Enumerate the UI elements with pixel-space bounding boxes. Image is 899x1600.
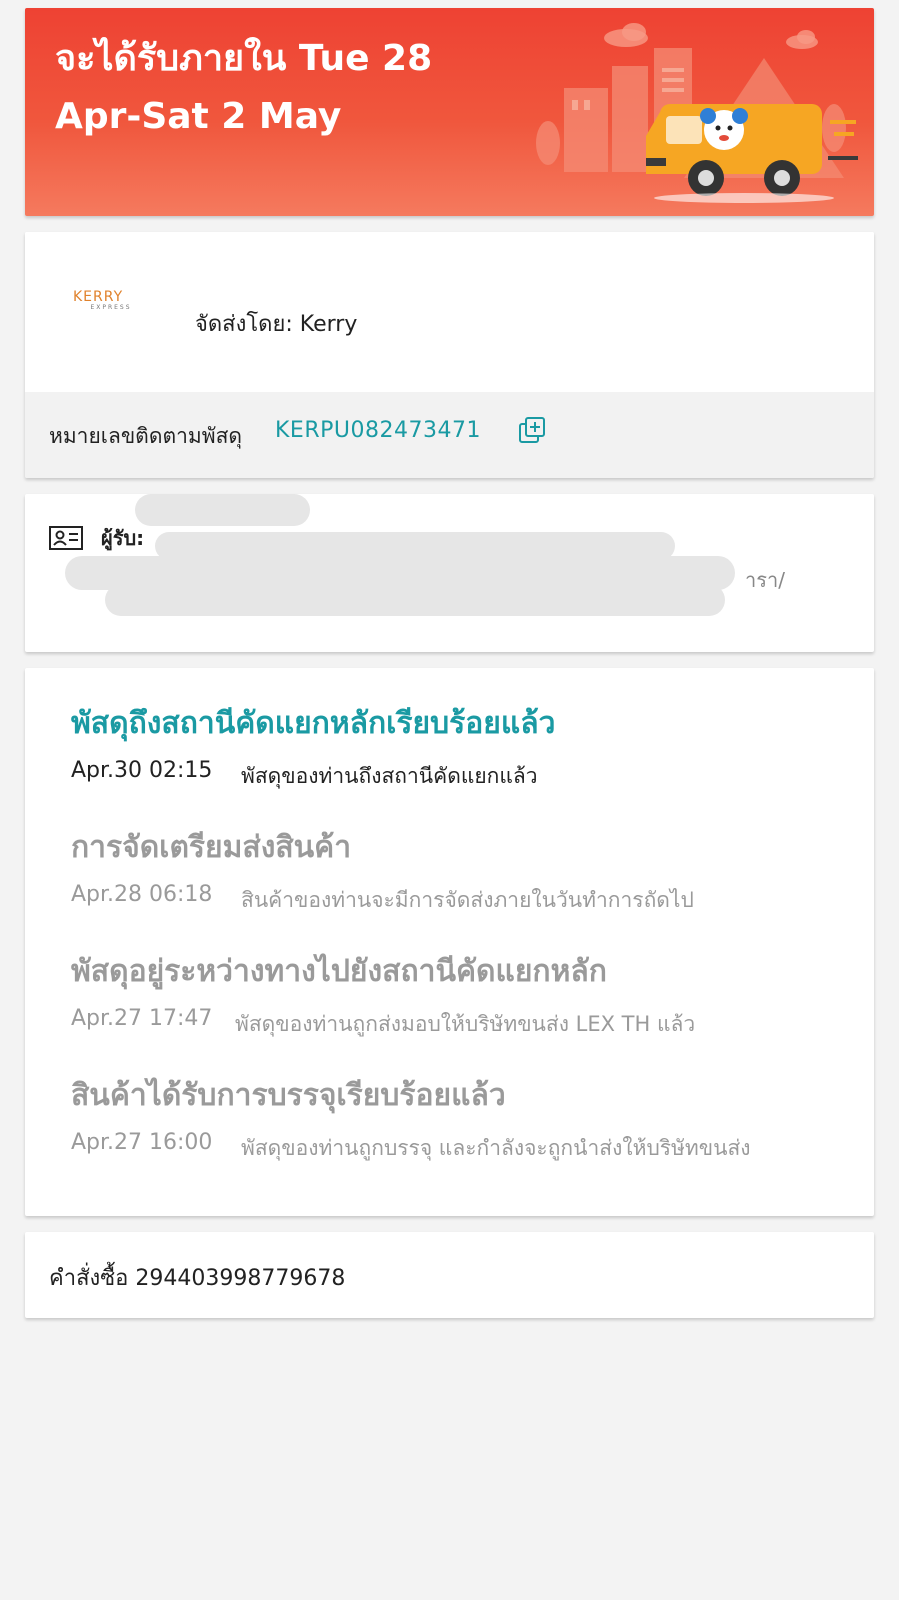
tracking-timeline: พัสดุถึงสถานีคัดแยกหลักเรียบร้อยแล้ว Apr… [25,668,874,1216]
kerry-express-logo: KERRY EXPRESS [73,290,149,312]
timeline-event: การจัดเตรียมส่งสินค้า Apr.28 06:18 สินค้… [71,828,854,912]
tracking-row: หมายเลขติดตามพัสดุ KERPU082473471 [25,392,874,478]
logo-text: KERRY [73,289,124,305]
timeline-event: พัสดุถึงสถานีคัดแยกหลักเรียบร้อยแล้ว Apr… [71,704,854,788]
redaction-mark [135,494,310,526]
event-time: Apr.30 02:15 [71,758,213,783]
event-description: สินค้าของท่านจะมีการจัดส่งภายในวันทำการถ… [241,888,694,912]
delivery-estimate-text: จะได้รับภายใน Tue 28 Apr-Sat 2 May [55,38,433,137]
event-time: Apr.28 06:18 [71,882,213,907]
timeline-event: สินค้าได้รับการบรรจุเรียบร้อยแล้ว Apr.27… [71,1076,854,1160]
copy-icon[interactable] [517,416,547,446]
delivery-estimate-banner: จะได้รับภายใน Tue 28 Apr-Sat 2 May [25,8,874,216]
redaction-mark [105,584,725,616]
event-time: Apr.27 16:00 [71,1130,213,1155]
event-detail: Apr.28 06:18 สินค้าของท่านจะมีการจัดส่งภ… [71,882,854,912]
event-detail: Apr.27 17:47 พัสดุของท่านถูกส่งมอบให้บริ… [71,1006,854,1036]
timeline-event: พัสดุอยู่ระหว่างทางไปยังสถานีคัดแยกหลัก … [71,952,854,1036]
carrier-card: KERRY EXPRESS จัดส่งโดย: Kerry หมายเลขติ… [25,232,874,478]
event-title: พัสดุถึงสถานีคัดแยกหลักเรียบร้อยแล้ว [71,706,556,741]
shipped-by-text: จัดส่งโดย: Kerry [195,312,358,337]
event-description: พัสดุของท่านถูกส่งมอบให้บริษัทขนส่ง LEX … [235,1012,696,1036]
event-description: พัสดุของท่านถึงสถานีคัดแยกแล้ว [241,764,538,788]
recipient-address-fragment: ารา/ [745,568,785,592]
event-title: การจัดเตรียมส่งสินค้า [71,830,352,865]
logo-subtext: EXPRESS [90,304,132,311]
event-detail: Apr.27 16:00 พัสดุของท่านถูกบรรจุ และกำล… [71,1130,854,1160]
event-detail: Apr.30 02:15 พัสดุของท่านถึงสถานีคัดแยกแ… [71,758,854,788]
event-title: พัสดุอยู่ระหว่างทางไปยังสถานีคัดแยกหลัก [71,954,607,989]
tracking-number[interactable]: KERPU082473471 [275,418,481,443]
recipient-label: ผู้รับ: [101,526,145,550]
event-time: Apr.27 17:47 [71,1006,213,1031]
order-number: คำสั่งซื้อ 294403998779678 [49,1266,346,1291]
event-title: สินค้าได้รับการบรรจุเรียบร้อยแล้ว [71,1078,506,1113]
recipient-card: ผู้รับ: ารา/ [25,494,874,652]
order-card[interactable]: คำสั่งซื้อ 294403998779678 [25,1232,874,1318]
event-description: พัสดุของท่านถูกบรรจุ และกำลังจะถูกนำส่งใ… [241,1136,751,1160]
delivery-van-illustration [536,23,858,203]
id-card-icon [49,526,83,550]
carrier-info: KERRY EXPRESS จัดส่งโดย: Kerry [25,232,874,392]
tracking-label: หมายเลขติดตามพัสดุ [49,424,243,448]
